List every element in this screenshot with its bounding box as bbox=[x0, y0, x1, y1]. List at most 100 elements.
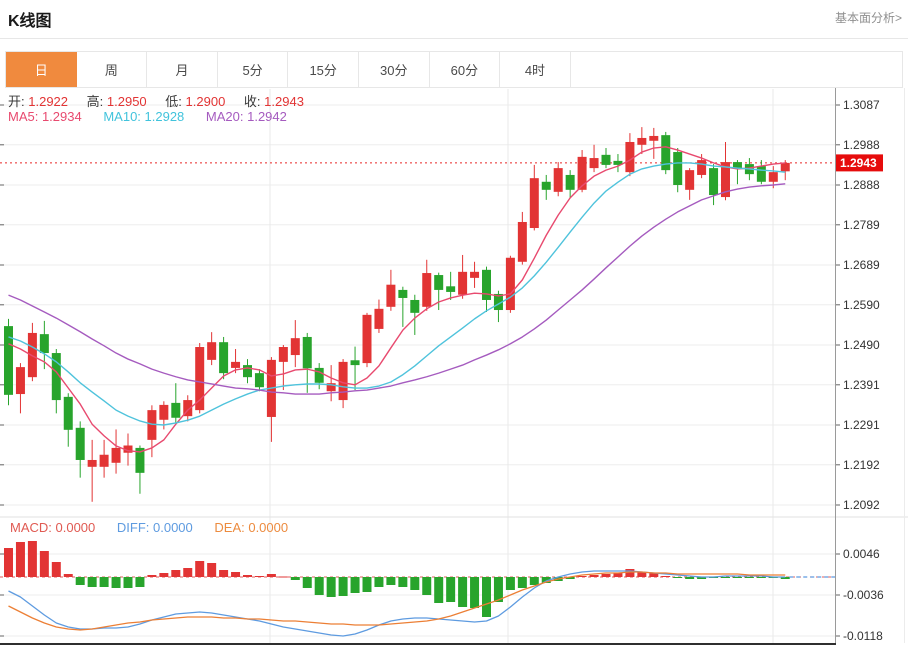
macd-bar bbox=[88, 577, 97, 587]
macd-bar bbox=[327, 577, 336, 597]
candle-body bbox=[590, 158, 599, 168]
open-label: 开: bbox=[8, 91, 25, 110]
candle-body bbox=[207, 342, 216, 360]
macd-bar bbox=[219, 570, 228, 577]
candle-body bbox=[4, 326, 13, 395]
macd-bar bbox=[231, 572, 240, 577]
candle-body bbox=[542, 182, 551, 190]
diff-legend-value: DIFF: 0.0000 bbox=[117, 520, 193, 535]
macd-bar bbox=[195, 561, 204, 577]
close-label: 收: bbox=[244, 91, 261, 110]
candle-body bbox=[446, 286, 455, 292]
candle-body bbox=[40, 334, 49, 353]
macd-bar bbox=[147, 575, 156, 577]
candle-body bbox=[673, 152, 682, 185]
price-tag-value: 1.2943 bbox=[840, 156, 877, 170]
macd-bar bbox=[422, 577, 431, 595]
kline-app: K线图 基本面分析> 日周月5分15分30分60分4时 1.30871.2988… bbox=[0, 0, 908, 647]
y-axis-label: 1.2888 bbox=[843, 178, 880, 192]
macd-bar bbox=[602, 574, 611, 577]
macd-bar bbox=[303, 577, 312, 588]
candle-body bbox=[303, 337, 312, 368]
ma5-legend-value: MA5: 1.2934 bbox=[8, 109, 82, 124]
candle-body bbox=[219, 342, 228, 373]
candle-body bbox=[458, 272, 467, 295]
candle-body bbox=[112, 448, 121, 463]
candle-body bbox=[171, 403, 180, 418]
candle-body bbox=[363, 315, 372, 363]
candle-body bbox=[159, 405, 168, 420]
y-axis-label: 1.3087 bbox=[843, 98, 880, 112]
candle-body bbox=[410, 300, 419, 313]
macd-bar bbox=[291, 577, 300, 580]
macd-bar bbox=[506, 577, 515, 590]
candle-body bbox=[506, 258, 515, 310]
candle-body bbox=[64, 397, 73, 430]
ma10-line bbox=[9, 163, 786, 425]
macd-bar bbox=[625, 569, 634, 577]
macd-bar bbox=[685, 577, 694, 579]
macd-bar bbox=[135, 577, 144, 587]
macd-legend: MACD: 0.0000 DIFF: 0.0000 DEA: 0.0000 bbox=[10, 520, 288, 535]
candle-body bbox=[16, 367, 25, 394]
close-value: 1.2943 bbox=[264, 94, 304, 109]
macd-bar bbox=[673, 577, 682, 578]
y-axis-label: 1.2391 bbox=[843, 378, 880, 392]
macd-bar bbox=[52, 562, 61, 577]
macd-bar bbox=[470, 577, 479, 608]
candle-body bbox=[374, 309, 383, 329]
y-axis-label: 1.2291 bbox=[843, 418, 880, 432]
ma20-line bbox=[9, 184, 786, 394]
candle-body bbox=[602, 155, 611, 165]
open-value: 1.2922 bbox=[28, 94, 68, 109]
candle-body bbox=[578, 157, 587, 190]
candle-body bbox=[709, 168, 718, 195]
macd-bar bbox=[351, 577, 360, 593]
ma10-legend-value: MA10: 1.2928 bbox=[103, 109, 184, 124]
candle-body bbox=[649, 136, 658, 141]
y-axis-label: 1.2590 bbox=[843, 298, 880, 312]
macd-bar bbox=[315, 577, 324, 595]
macd-bar bbox=[482, 577, 491, 617]
y-axis-label: 1.2988 bbox=[843, 138, 880, 152]
macd-bar bbox=[171, 570, 180, 577]
candle-body bbox=[243, 365, 252, 377]
macd-bar bbox=[458, 577, 467, 607]
macd-bar bbox=[124, 577, 133, 588]
y-axis-label: 1.2789 bbox=[843, 218, 880, 232]
candle-body bbox=[769, 172, 778, 182]
macd-bar bbox=[339, 577, 348, 596]
macd-bar bbox=[64, 574, 73, 577]
macd-bar bbox=[100, 577, 109, 587]
low-value: 1.2900 bbox=[186, 94, 226, 109]
macd-bar bbox=[159, 573, 168, 577]
candle-body bbox=[566, 175, 575, 190]
macd-bar bbox=[757, 577, 766, 578]
macd-bar bbox=[410, 577, 419, 590]
ma-legend: MA5: 1.2934 MA10: 1.2928 MA20: 1.2942 bbox=[8, 109, 287, 124]
candle-body bbox=[279, 347, 288, 362]
high-value: 1.2950 bbox=[107, 94, 147, 109]
macd-bar bbox=[112, 577, 121, 588]
macd-bar bbox=[530, 577, 539, 585]
candle-body bbox=[637, 138, 646, 145]
macd-bar bbox=[16, 542, 25, 577]
macd-legend-value: MACD: 0.0000 bbox=[10, 520, 95, 535]
candle-body bbox=[554, 168, 563, 192]
macd-y-axis-label: 0.0046 bbox=[843, 547, 880, 561]
macd-bar bbox=[279, 577, 288, 578]
macd-bar bbox=[207, 563, 216, 577]
candle-body bbox=[351, 360, 360, 365]
candle-body bbox=[470, 272, 479, 278]
ma5-line bbox=[9, 147, 786, 452]
y-axis-label: 1.2689 bbox=[843, 258, 880, 272]
macd-bar bbox=[386, 577, 395, 585]
macd-bar bbox=[446, 577, 455, 602]
high-label: 高: bbox=[87, 91, 104, 110]
macd-bar bbox=[745, 577, 754, 578]
candle-body bbox=[518, 222, 527, 262]
candle-body bbox=[482, 270, 491, 300]
candle-body bbox=[255, 373, 264, 387]
macd-bar bbox=[721, 577, 730, 578]
low-label: 低: bbox=[165, 91, 182, 110]
